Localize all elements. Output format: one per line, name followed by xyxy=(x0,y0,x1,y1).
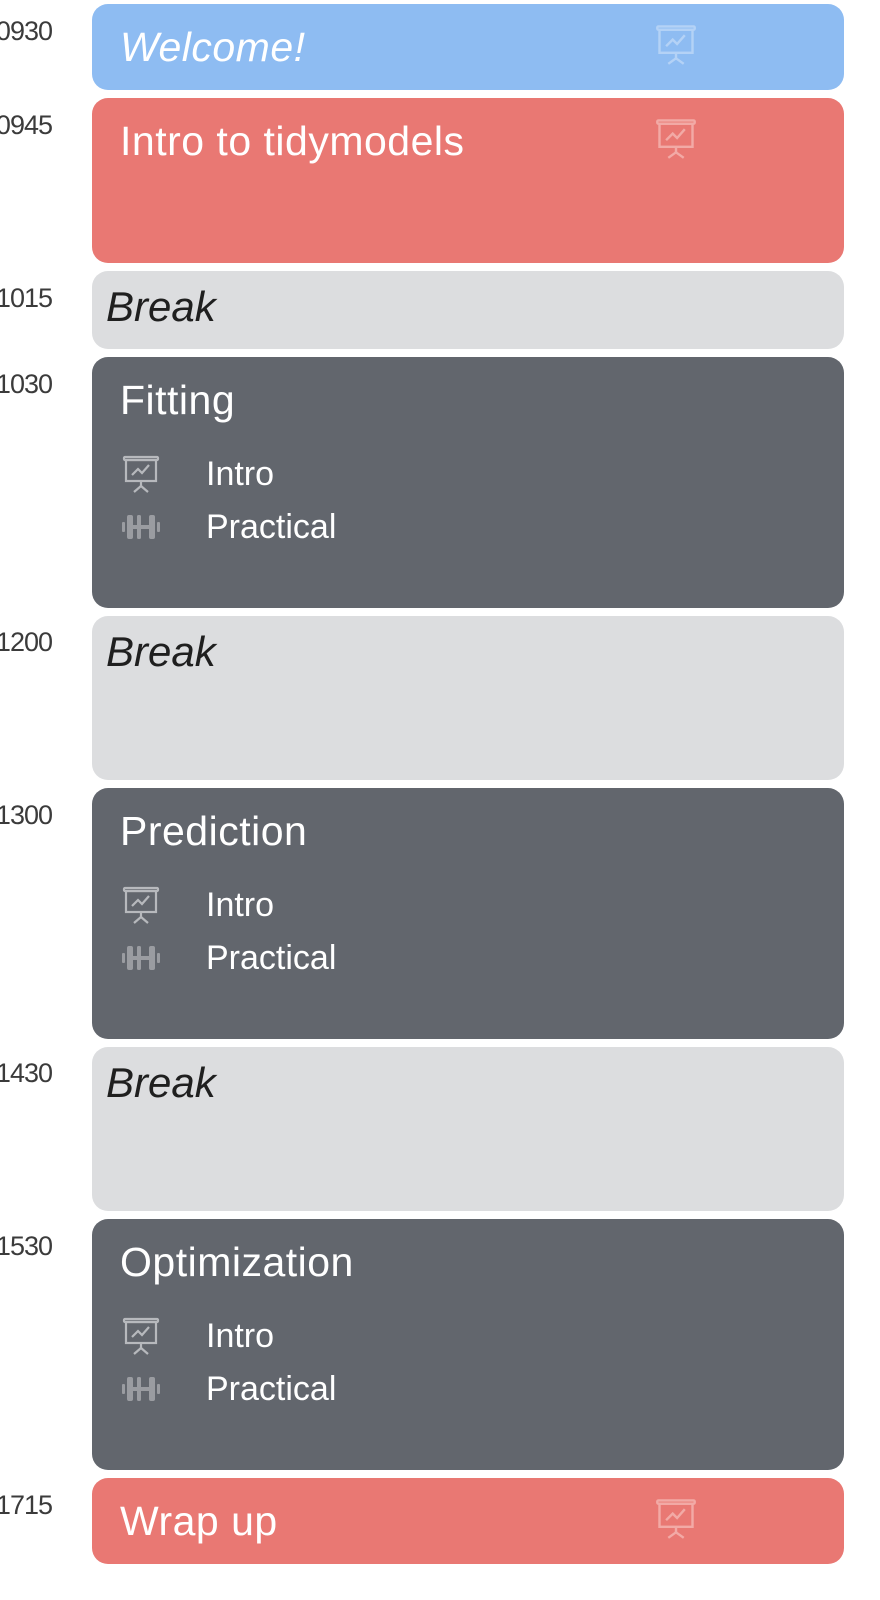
event-title: Intro to tidymodels xyxy=(120,118,465,164)
session-item-label: Intro xyxy=(206,454,275,493)
time-label-1015: 1015 xyxy=(0,283,53,313)
time-label-0930: 0930 xyxy=(0,16,53,46)
event-card-welcome[interactable]: Welcome! xyxy=(92,4,844,90)
session-item-intro[interactable]: Intro xyxy=(120,1316,274,1356)
time-label-1300: 1300 xyxy=(0,800,53,830)
presentation-icon xyxy=(656,119,696,159)
event-card-break[interactable]: Break xyxy=(92,271,844,349)
time-label-1200: 1200 xyxy=(0,627,53,657)
event-card-intro-tidymodels[interactable]: Intro to tidymodels xyxy=(92,98,844,263)
session-item-intro[interactable]: Intro xyxy=(120,454,274,494)
event-title: Optimization xyxy=(120,1239,354,1285)
event-title: Prediction xyxy=(120,808,308,854)
presentation-icon xyxy=(122,1317,160,1355)
event-title: Welcome! xyxy=(120,24,306,70)
event-title: Fitting xyxy=(120,377,236,423)
session-item-label: Practical xyxy=(206,1369,337,1408)
time-label-1430: 1430 xyxy=(0,1058,53,1088)
presentation-icon xyxy=(656,1499,696,1539)
event-title: Wrap up xyxy=(120,1498,278,1544)
session-item-practical[interactable]: Practical xyxy=(120,507,336,547)
event-card-wrap-up[interactable]: Wrap up xyxy=(92,1478,844,1564)
dumbbell-icon xyxy=(122,1377,160,1401)
event-card-prediction[interactable]: Prediction Intro Practical xyxy=(92,788,844,1039)
event-title: Break xyxy=(106,1059,216,1106)
time-label-1030: 1030 xyxy=(0,369,53,399)
dumbbell-icon xyxy=(122,946,160,970)
event-card-break[interactable]: Break xyxy=(92,1047,844,1211)
session-item-label: Intro xyxy=(206,1316,275,1355)
session-item-practical[interactable]: Practical xyxy=(120,938,336,978)
event-title: Break xyxy=(106,628,216,675)
session-item-label: Practical xyxy=(206,938,337,977)
presentation-icon xyxy=(656,25,696,65)
presentation-icon xyxy=(122,886,160,924)
session-item-intro[interactable]: Intro xyxy=(120,885,274,925)
event-title: Break xyxy=(106,283,216,330)
event-card-optimization[interactable]: Optimization Intro Practical xyxy=(92,1219,844,1470)
event-card-break[interactable]: Break xyxy=(92,616,844,780)
presentation-icon xyxy=(122,455,160,493)
time-label-1530: 1530 xyxy=(0,1231,53,1261)
session-item-practical[interactable]: Practical xyxy=(120,1369,336,1409)
session-item-label: Intro xyxy=(206,885,275,924)
time-label-1715: 1715 xyxy=(0,1490,53,1520)
event-card-fitting[interactable]: Fitting Intro Practical xyxy=(92,357,844,608)
time-label-0945: 0945 xyxy=(0,110,53,140)
dumbbell-icon xyxy=(122,515,160,539)
session-item-label: Practical xyxy=(206,507,337,546)
